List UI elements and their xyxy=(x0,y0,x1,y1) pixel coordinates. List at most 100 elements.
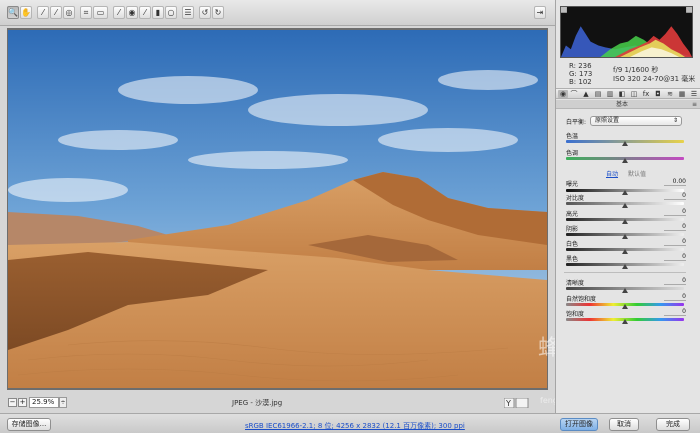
fullscreen-glyph: ⇥ xyxy=(536,8,544,17)
white-balance-glyph: ⁄ xyxy=(42,8,44,17)
vibrance-thumb[interactable] xyxy=(622,304,628,309)
contrast-thumb[interactable] xyxy=(622,203,628,208)
hand-icon[interactable]: ✋ xyxy=(20,6,32,19)
divider xyxy=(564,272,686,273)
exposure-label: 曝光 xyxy=(566,181,579,188)
zoom-level-field[interactable]: 25.9% xyxy=(29,397,59,408)
filename-label: JPEG - 沙漠.jpg xyxy=(232,399,283,407)
whites-thumb[interactable] xyxy=(622,249,628,254)
red-eye-glyph: ◉ xyxy=(128,8,136,17)
tab-presets[interactable]: ≋ xyxy=(665,90,675,98)
blacks-label: 黑色 xyxy=(566,256,579,263)
zoom-out-button[interactable]: − xyxy=(8,398,17,407)
exposure-thumb[interactable] xyxy=(622,190,628,195)
white-balance-icon[interactable]: ⁄ xyxy=(37,6,49,19)
vibrance-value[interactable]: 0 xyxy=(664,293,686,301)
done-button[interactable]: 完成 xyxy=(656,418,690,431)
rotate-right-icon[interactable]: ↻ xyxy=(212,6,224,19)
targeted-adjustment-glyph: ◎ xyxy=(65,8,73,17)
color-sampler-icon[interactable]: ⁄ xyxy=(50,6,62,19)
section-menu-icon[interactable]: ≡ xyxy=(692,100,697,109)
zoom-icon[interactable]: 🔍 xyxy=(7,6,19,19)
saturation-value[interactable]: 0 xyxy=(664,308,686,316)
open-image-button[interactable]: 打开图像 xyxy=(560,418,598,431)
spot-removal-glyph: ⁄ xyxy=(118,8,120,17)
temperature-thumb[interactable] xyxy=(622,141,628,146)
clarity-value[interactable]: 0 xyxy=(664,277,686,285)
blacks-value[interactable]: 0 xyxy=(664,253,686,261)
status-bar: − + 25.9% ÷ JPEG - 沙漠.jpg Y xyxy=(7,396,548,410)
highlights-thumb[interactable] xyxy=(622,219,628,224)
adjustment-brush-glyph: ⁄ xyxy=(144,8,146,17)
radial-filter-icon[interactable]: ○ xyxy=(165,6,177,19)
rotate-left-glyph: ↺ xyxy=(201,8,209,17)
saturation-label: 饱和度 xyxy=(566,311,585,318)
zoom-dropdown[interactable]: ÷ xyxy=(59,397,67,408)
chevron-updown-icon: ⇕ xyxy=(672,117,678,124)
tab-lens[interactable]: ◧ xyxy=(617,90,627,98)
tab-camera-calibration[interactable]: ◫ xyxy=(629,90,639,98)
graduated-filter-glyph: ▮ xyxy=(155,8,161,17)
tab-camera[interactable]: ◘ xyxy=(653,90,663,98)
tab-effects[interactable]: fx xyxy=(641,90,651,98)
white-balance-label: 白平衡: xyxy=(566,119,587,126)
clarity-thumb[interactable] xyxy=(622,288,628,293)
lens-info: ISO 320 24-70@31 毫米 xyxy=(613,75,696,83)
tab-detail[interactable]: ▲ xyxy=(581,90,591,98)
fullscreen-icon[interactable]: ⇥ xyxy=(534,6,546,19)
desert-photo[interactable] xyxy=(8,30,547,388)
straighten-glyph: ▭ xyxy=(96,8,105,17)
preferences-icon[interactable]: ☰ xyxy=(182,6,194,19)
tab-basic[interactable]: ◉ xyxy=(558,90,568,98)
exposure-info: f/9 1/1600 秒 xyxy=(613,66,659,74)
contrast-value[interactable]: 0 xyxy=(664,192,686,200)
tab-split-toning[interactable]: ▥ xyxy=(605,90,615,98)
spot-removal-icon[interactable]: ⁄ xyxy=(113,6,125,19)
saturation-thumb[interactable] xyxy=(622,319,628,324)
tint-label: 色调 xyxy=(566,150,579,157)
hand-glyph: ✋ xyxy=(21,8,31,17)
vibrance-label: 自然饱和度 xyxy=(566,296,597,303)
cancel-button[interactable]: 取消 xyxy=(609,418,639,431)
adjustment-brush-icon[interactable]: ⁄ xyxy=(139,6,151,19)
svg-text:Y: Y xyxy=(505,399,511,408)
highlights-label: 高光 xyxy=(566,211,579,218)
shadows-value[interactable]: 0 xyxy=(664,223,686,231)
section-title: 基本 xyxy=(616,101,629,108)
temperature-label: 色温 xyxy=(566,133,579,140)
adjustment-panel: R: 236 G: 173 B: 102 f/9 1/1600 秒 ISO 32… xyxy=(555,0,700,413)
tab-tone-curve[interactable]: ⌒ xyxy=(569,90,579,98)
tab-hsl[interactable]: ▤ xyxy=(593,90,603,98)
zoom-in-button[interactable]: + xyxy=(18,398,27,407)
targeted-adjustment-icon[interactable]: ◎ xyxy=(63,6,75,19)
highlights-value[interactable]: 0 xyxy=(664,208,686,216)
zoom-in-glyph: + xyxy=(19,398,26,406)
blacks-thumb[interactable] xyxy=(622,264,628,269)
save-image-button[interactable]: 存储图像... xyxy=(7,418,51,431)
before-after-svg: Y xyxy=(503,397,529,409)
auto-button[interactable]: 自动 xyxy=(606,169,618,178)
shadows-label: 阴影 xyxy=(566,226,579,233)
radial-filter-glyph: ○ xyxy=(167,8,175,17)
tint-thumb[interactable] xyxy=(622,158,628,163)
red-eye-icon[interactable]: ◉ xyxy=(126,6,138,19)
clarity-label: 清晰度 xyxy=(566,280,585,287)
panel-tabs: ◉ ⌒ ▲ ▤ ▥ ◧ ◫ fx ◘ ≋ ▦ ☰ xyxy=(556,88,700,99)
before-after-icon[interactable]: Y xyxy=(503,397,530,410)
rotate-right-glyph: ↻ xyxy=(214,8,222,17)
whites-value[interactable]: 0 xyxy=(664,238,686,246)
straighten-icon[interactable]: ▭ xyxy=(93,6,108,19)
crop-glyph: ⌗ xyxy=(83,7,89,17)
exposure-value[interactable]: 0.00 xyxy=(664,178,686,186)
default-button[interactable]: 默认值 xyxy=(628,169,646,178)
rotate-left-icon[interactable]: ↺ xyxy=(199,6,211,19)
shadows-thumb[interactable] xyxy=(622,234,628,239)
tab-menu[interactable]: ☰ xyxy=(689,90,699,98)
tab-snapshots[interactable]: ▦ xyxy=(677,90,687,98)
white-balance-select[interactable]: 原照设置 ⇕ xyxy=(590,116,682,126)
graduated-filter-icon[interactable]: ▮ xyxy=(152,6,164,19)
preferences-glyph: ☰ xyxy=(184,8,192,17)
whites-label: 白色 xyxy=(566,241,579,248)
crop-icon[interactable]: ⌗ xyxy=(80,6,92,19)
workflow-options-link[interactable]: sRGB IEC61966-2.1; 8 位; 4256 x 2832 (12.… xyxy=(245,421,465,431)
